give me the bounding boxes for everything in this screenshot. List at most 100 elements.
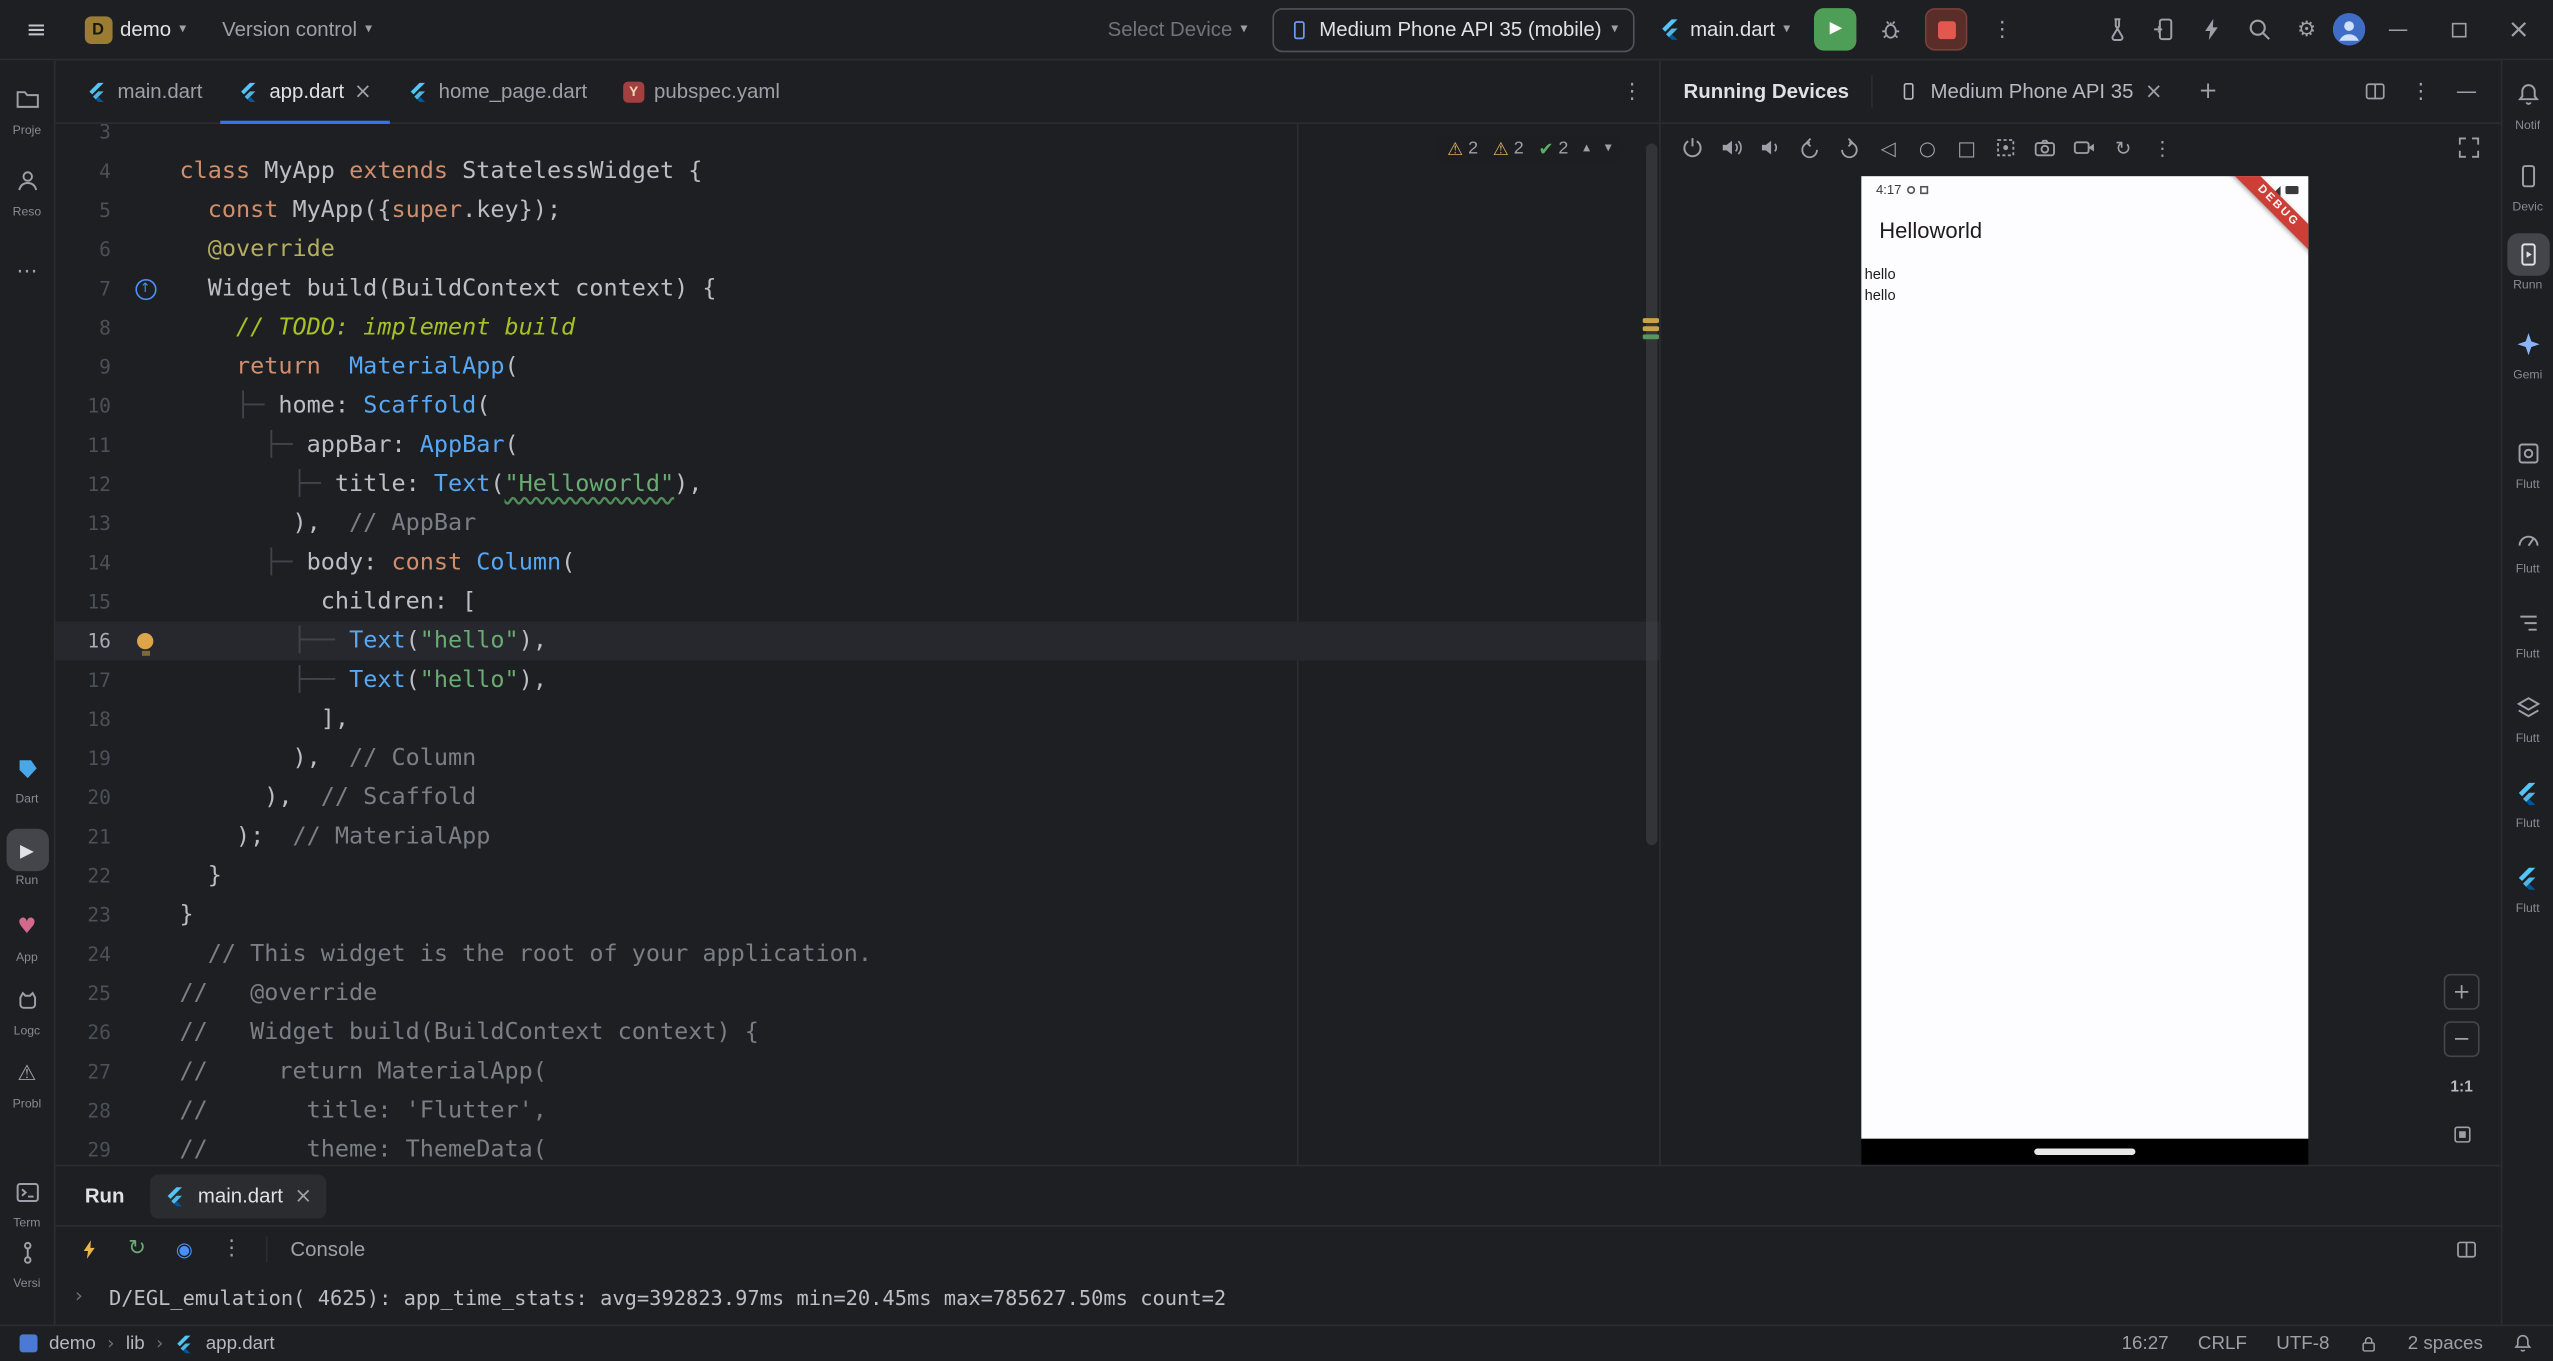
tool-stripe-flutter-1[interactable]: Flutt <box>2502 772 2553 831</box>
window-minimize-button[interactable]: — <box>2370 0 2425 59</box>
code-line-20[interactable]: 20 ), // Scaffold <box>55 778 1659 817</box>
tool-stripe-problems[interactable]: ⚠ Probl <box>0 1052 54 1111</box>
code-line-21[interactable]: 21 ); // MaterialApp <box>55 817 1659 856</box>
zoom-reset-button[interactable]: 1:1 <box>2444 1069 2480 1105</box>
code-line-24[interactable]: 24 // This widget is the root of your ap… <box>55 935 1659 974</box>
tool-stripe-flutter-inspector[interactable]: Flutt <box>2502 432 2553 491</box>
editor-tab-main-dart[interactable]: main.dart <box>69 60 221 122</box>
split-console-icon[interactable] <box>2449 1231 2485 1267</box>
code-line-14[interactable]: 14 ├─ body: const Column( <box>55 543 1659 582</box>
restart-icon[interactable]: ↻ <box>2104 129 2142 167</box>
code-line-11[interactable]: 11 ├─ appBar: AppBar( <box>55 426 1659 465</box>
run-config-dropdown[interactable]: main.dart ▾ <box>1648 13 1802 46</box>
line-ending[interactable]: CRLF <box>2198 1334 2247 1354</box>
code-line-9[interactable]: 9 return MaterialApp( <box>55 347 1659 386</box>
hot-restart-icon[interactable]: ↻ <box>119 1231 155 1267</box>
device-selector[interactable]: Medium Phone API 35 (mobile) ▾ <box>1272 7 1635 51</box>
back-icon[interactable]: ◁ <box>1869 129 1907 167</box>
code-line-18[interactable]: 18 ], <box>55 700 1659 739</box>
project-dropdown[interactable]: D demo ▾ <box>73 11 198 49</box>
code-line-25[interactable]: 25// @override <box>55 974 1659 1013</box>
home-indicator[interactable] <box>2034 1149 2135 1155</box>
code-line-22[interactable]: 22 } <box>55 856 1659 895</box>
power-icon[interactable] <box>1674 129 1712 167</box>
more-actions-icon[interactable]: ⋮ <box>1981 8 2023 50</box>
search-icon[interactable] <box>2238 8 2280 50</box>
next-problem-icon[interactable]: ▾ <box>1605 142 1612 156</box>
avatar[interactable] <box>2333 13 2366 46</box>
tool-stripe-app-quality-insights[interactable]: ♥ App <box>0 905 54 964</box>
intention-bulb-icon[interactable] <box>137 633 153 649</box>
run-tab-main-dart[interactable]: main.dart × <box>151 1174 327 1218</box>
tool-stripe-version-control[interactable]: Versi <box>0 1232 54 1291</box>
indent-setting[interactable]: 2 spaces <box>2408 1334 2483 1354</box>
device-mirroring-icon[interactable] <box>2144 8 2186 50</box>
tool-stripe-resource-manager[interactable]: Reso <box>0 160 54 219</box>
code-line-23[interactable]: 23} <box>55 896 1659 935</box>
lightning-icon[interactable] <box>2191 8 2233 50</box>
code-line-19[interactable]: 19 ), // Column <box>55 739 1659 778</box>
tool-stripe-notifications[interactable]: Notif <box>2502 73 2553 132</box>
debug-icon[interactable] <box>1870 8 1912 50</box>
breadcrumb-item[interactable]: app.dart <box>206 1334 275 1354</box>
rotate-left-icon[interactable] <box>1791 129 1829 167</box>
split-panel-icon[interactable] <box>2354 70 2396 112</box>
close-icon[interactable]: × <box>354 81 372 102</box>
tool-stripe-device-manager[interactable]: Devic <box>2502 155 2553 214</box>
warning-mark[interactable] <box>1643 318 1659 323</box>
run-button[interactable]: ▶ <box>1815 8 1857 50</box>
code-line-29[interactable]: 29// theme: ThemeData( <box>55 1130 1659 1164</box>
code-line-10[interactable]: 10 ├─ home: Scaffold( <box>55 387 1659 426</box>
close-icon[interactable]: × <box>294 1185 312 1206</box>
file-encoding[interactable]: UTF-8 <box>2276 1334 2329 1354</box>
code-editor[interactable]: 34class MyApp extends StatelessWidget {5… <box>55 124 1659 1165</box>
main-menu-icon[interactable]: ≡ <box>13 17 60 41</box>
profiler-icon[interactable] <box>2096 8 2138 50</box>
code-line-27[interactable]: 27// return MaterialApp( <box>55 1052 1659 1091</box>
device-options-icon[interactable]: ⋮ <box>2144 129 2182 167</box>
code-line-6[interactable]: 6 @override <box>55 230 1659 269</box>
vcs-dropdown[interactable]: Version control ▾ <box>211 13 384 46</box>
window-maximize-button[interactable] <box>2431 0 2486 59</box>
previous-problem-icon[interactable]: ▴ <box>1583 142 1590 156</box>
tool-stripe-flutter-layers[interactable]: Flutt <box>2502 687 2553 746</box>
tool-stripe-logcat[interactable]: Logc <box>0 979 54 1038</box>
overview-icon[interactable]: □ <box>1948 129 1986 167</box>
window-close-button[interactable]: × <box>2491 0 2546 59</box>
tool-stripe-project[interactable]: Proje <box>0 78 54 137</box>
volume-down-icon[interactable] <box>1752 129 1790 167</box>
tool-stripe-gemini[interactable]: Gemi <box>2502 323 2553 382</box>
device-tab-medium-phone[interactable]: Medium Phone API 35 × <box>1886 60 2175 122</box>
tool-stripe-flutter-outline[interactable]: Flutt <box>2502 602 2553 661</box>
add-device-button[interactable]: + <box>2189 80 2228 103</box>
hot-reload-icon[interactable] <box>72 1231 108 1267</box>
code-line-3[interactable]: 3 <box>55 124 1659 152</box>
select-device-dropdown[interactable]: Select Device ▾ <box>1096 13 1259 46</box>
code-line-8[interactable]: 8 // TODO: implement build <box>55 308 1659 347</box>
zoom-out-button[interactable]: − <box>2444 1021 2480 1057</box>
editor-tab-home-page-dart[interactable]: home_page.dart <box>390 60 605 122</box>
code-line-17[interactable]: 17 ├── Text("hello"), <box>55 661 1659 700</box>
zoom-fit-button[interactable] <box>2444 1116 2480 1152</box>
flutter-attach-icon[interactable]: ◉ <box>166 1231 202 1267</box>
lock-icon[interactable] <box>2359 1334 2379 1354</box>
breadcrumb[interactable]: demo › lib › app.dart <box>20 1334 275 1354</box>
code-line-28[interactable]: 28// title: 'Flutter', <box>55 1091 1659 1130</box>
code-line-4[interactable]: 4class MyApp extends StatelessWidget { <box>55 152 1659 191</box>
console-tab[interactable]: Console <box>290 1237 365 1260</box>
tool-stripe-more[interactable]: … <box>0 245 54 287</box>
tool-stripe-running-devices[interactable]: Runn <box>2502 233 2553 292</box>
console-options-icon[interactable]: ⋮ <box>214 1231 250 1267</box>
cursor-position[interactable]: 16:27 <box>2122 1334 2169 1354</box>
device-screen[interactable]: 4:17 3G Helloworld hello hello DEBUG <box>1861 176 2308 1138</box>
hide-panel-icon[interactable]: — <box>2445 70 2487 112</box>
close-icon[interactable]: × <box>2145 81 2163 102</box>
code-line-16[interactable]: 16 ├── Text("hello"), <box>55 622 1659 661</box>
editor-tab-app-dart[interactable]: app.dart × <box>220 60 389 122</box>
screenshot-icon[interactable] <box>1987 129 2025 167</box>
fullscreen-icon[interactable] <box>2450 129 2488 167</box>
tool-stripe-flutter-2[interactable]: Flutt <box>2502 856 2553 915</box>
breadcrumb-item[interactable]: demo <box>49 1334 96 1354</box>
inspections-widget[interactable]: ⚠ 2 ⚠ 2 ✔ 2 ▴ ▾ <box>1436 135 1623 161</box>
ok-mark[interactable] <box>1643 334 1659 339</box>
